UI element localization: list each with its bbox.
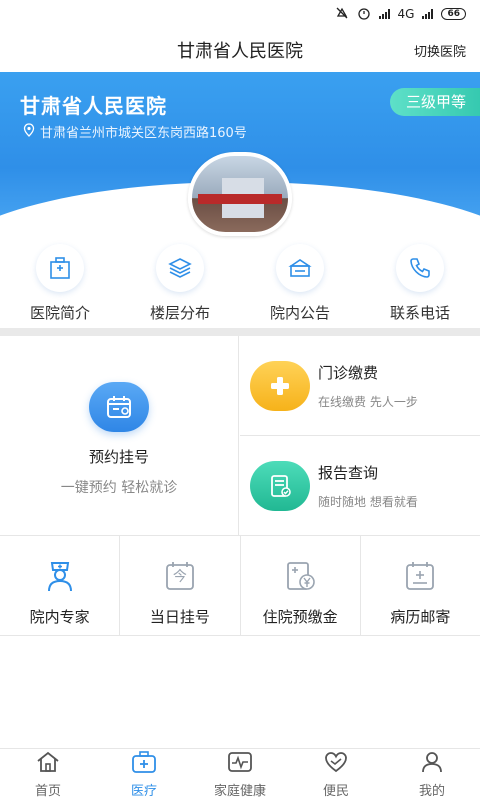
- grid-item-label: 病历邮寄: [390, 608, 451, 626]
- switch-hospital-button[interactable]: 切换医院: [414, 41, 466, 60]
- deposit-icon: [280, 556, 320, 596]
- hospital-name: 甘肃省人民医院: [20, 94, 167, 118]
- quick-entries: 医院简介 楼层分布 院内公告 联系电话: [0, 244, 480, 328]
- signal-icon-2: [422, 9, 434, 19]
- grid-item-label: 当日挂号: [149, 608, 210, 626]
- address-text: 甘肃省兰州市城关区东岗西路160号: [40, 126, 247, 141]
- payment-card[interactable]: 门诊缴费 在线缴费 先人一步: [240, 336, 480, 436]
- grid-item-today[interactable]: 今 当日挂号: [120, 536, 241, 635]
- status-bar: 4G 66: [0, 0, 480, 28]
- report-subtitle: 随时随地 想看就看: [318, 495, 418, 509]
- hospital-photo: [188, 152, 292, 236]
- tab-me[interactable]: 我的: [384, 749, 480, 800]
- quick-item-phone[interactable]: 联系电话: [360, 244, 480, 328]
- page-title: 甘肃省人民医院: [177, 41, 303, 62]
- user-icon: [419, 750, 445, 778]
- tab-home[interactable]: 首页: [0, 749, 96, 800]
- today-glyph: 今: [172, 569, 187, 585]
- quick-item-notice[interactable]: 院内公告: [240, 244, 360, 328]
- appointment-title: 预约挂号: [88, 448, 149, 466]
- payment-subtitle: 在线缴费 先人一步: [318, 394, 418, 409]
- calendar-icon: [89, 382, 149, 432]
- notice-icon: [276, 244, 324, 292]
- tab-label: 家庭健康: [213, 784, 266, 799]
- network-type: 4G: [397, 7, 415, 21]
- tab-label: 医疗: [130, 784, 157, 799]
- title-bar: 甘肃省人民医院 切换医院: [0, 28, 480, 72]
- battery-indicator: 66: [441, 8, 466, 20]
- heart-hand-icon: [323, 750, 349, 778]
- quick-item-label: 院内公告: [269, 304, 330, 322]
- signal-icon: [378, 9, 390, 19]
- quick-item-floors[interactable]: 楼层分布: [120, 244, 240, 328]
- report-card[interactable]: 报告查询 随时随地 想看就看: [240, 436, 480, 536]
- home-icon: [35, 750, 61, 778]
- quick-item-label: 联系电话: [389, 304, 450, 322]
- hospital-level-badge: 三级甲等: [389, 88, 480, 116]
- report-title: 报告查询: [318, 464, 379, 482]
- grid-item-deposit[interactable]: 住院预缴金: [241, 536, 361, 635]
- tab-label: 我的: [418, 784, 445, 799]
- layers-icon: [156, 244, 204, 292]
- section-divider: [0, 328, 480, 336]
- grid-item-label: 住院预缴金: [262, 608, 338, 626]
- tab-family-health[interactable]: 家庭健康: [192, 749, 288, 800]
- heartbeat-icon: [226, 750, 254, 778]
- today-icon: 今: [160, 556, 200, 596]
- mute-icon: [335, 6, 349, 23]
- medical-kit-icon: [130, 750, 158, 778]
- payment-title: 门诊缴费: [318, 363, 379, 382]
- hospital-icon: [36, 244, 84, 292]
- tab-medical[interactable]: 医疗: [96, 749, 192, 800]
- quick-item-label: 医院简介: [29, 304, 90, 322]
- quick-item-intro[interactable]: 医院简介: [0, 244, 120, 328]
- tab-label: 便民: [322, 784, 349, 799]
- service-grid-secondary: 院内专家 今 当日挂号 住院预缴金 病历邮寄: [0, 536, 480, 636]
- record-icon: [400, 556, 440, 596]
- phone-icon: [396, 244, 444, 292]
- appointment-card[interactable]: 预约挂号 一键预约 轻松就诊: [0, 336, 239, 536]
- location-pin-icon: [22, 122, 36, 141]
- hospital-address[interactable]: 甘肃省兰州市城关区东岗西路160号: [22, 122, 247, 141]
- appointment-subtitle: 一键预约 轻松就诊: [60, 480, 178, 496]
- tab-label: 首页: [34, 784, 61, 799]
- bottom-tab-bar: 首页 医疗 家庭健康 便民 我的: [0, 748, 480, 800]
- service-grid-right: 门诊缴费 在线缴费 先人一步 报告查询 随时随地 想看就看: [240, 336, 480, 536]
- tab-convenience[interactable]: 便民: [288, 749, 384, 800]
- grid-item-label: 院内专家: [29, 608, 90, 626]
- grid-item-records[interactable]: 病历邮寄: [361, 536, 480, 635]
- grid-item-experts[interactable]: 院内专家: [0, 536, 121, 635]
- service-grid-main: 预约挂号 一键预约 轻松就诊 门诊缴费 在线缴费 先人一步 报告查询 随时随地 …: [0, 336, 480, 536]
- plus-icon: [250, 360, 310, 411]
- report-icon: [250, 461, 310, 511]
- quick-item-label: 楼层分布: [149, 304, 210, 322]
- doctor-icon: [40, 556, 80, 596]
- alarm-icon: [357, 6, 371, 23]
